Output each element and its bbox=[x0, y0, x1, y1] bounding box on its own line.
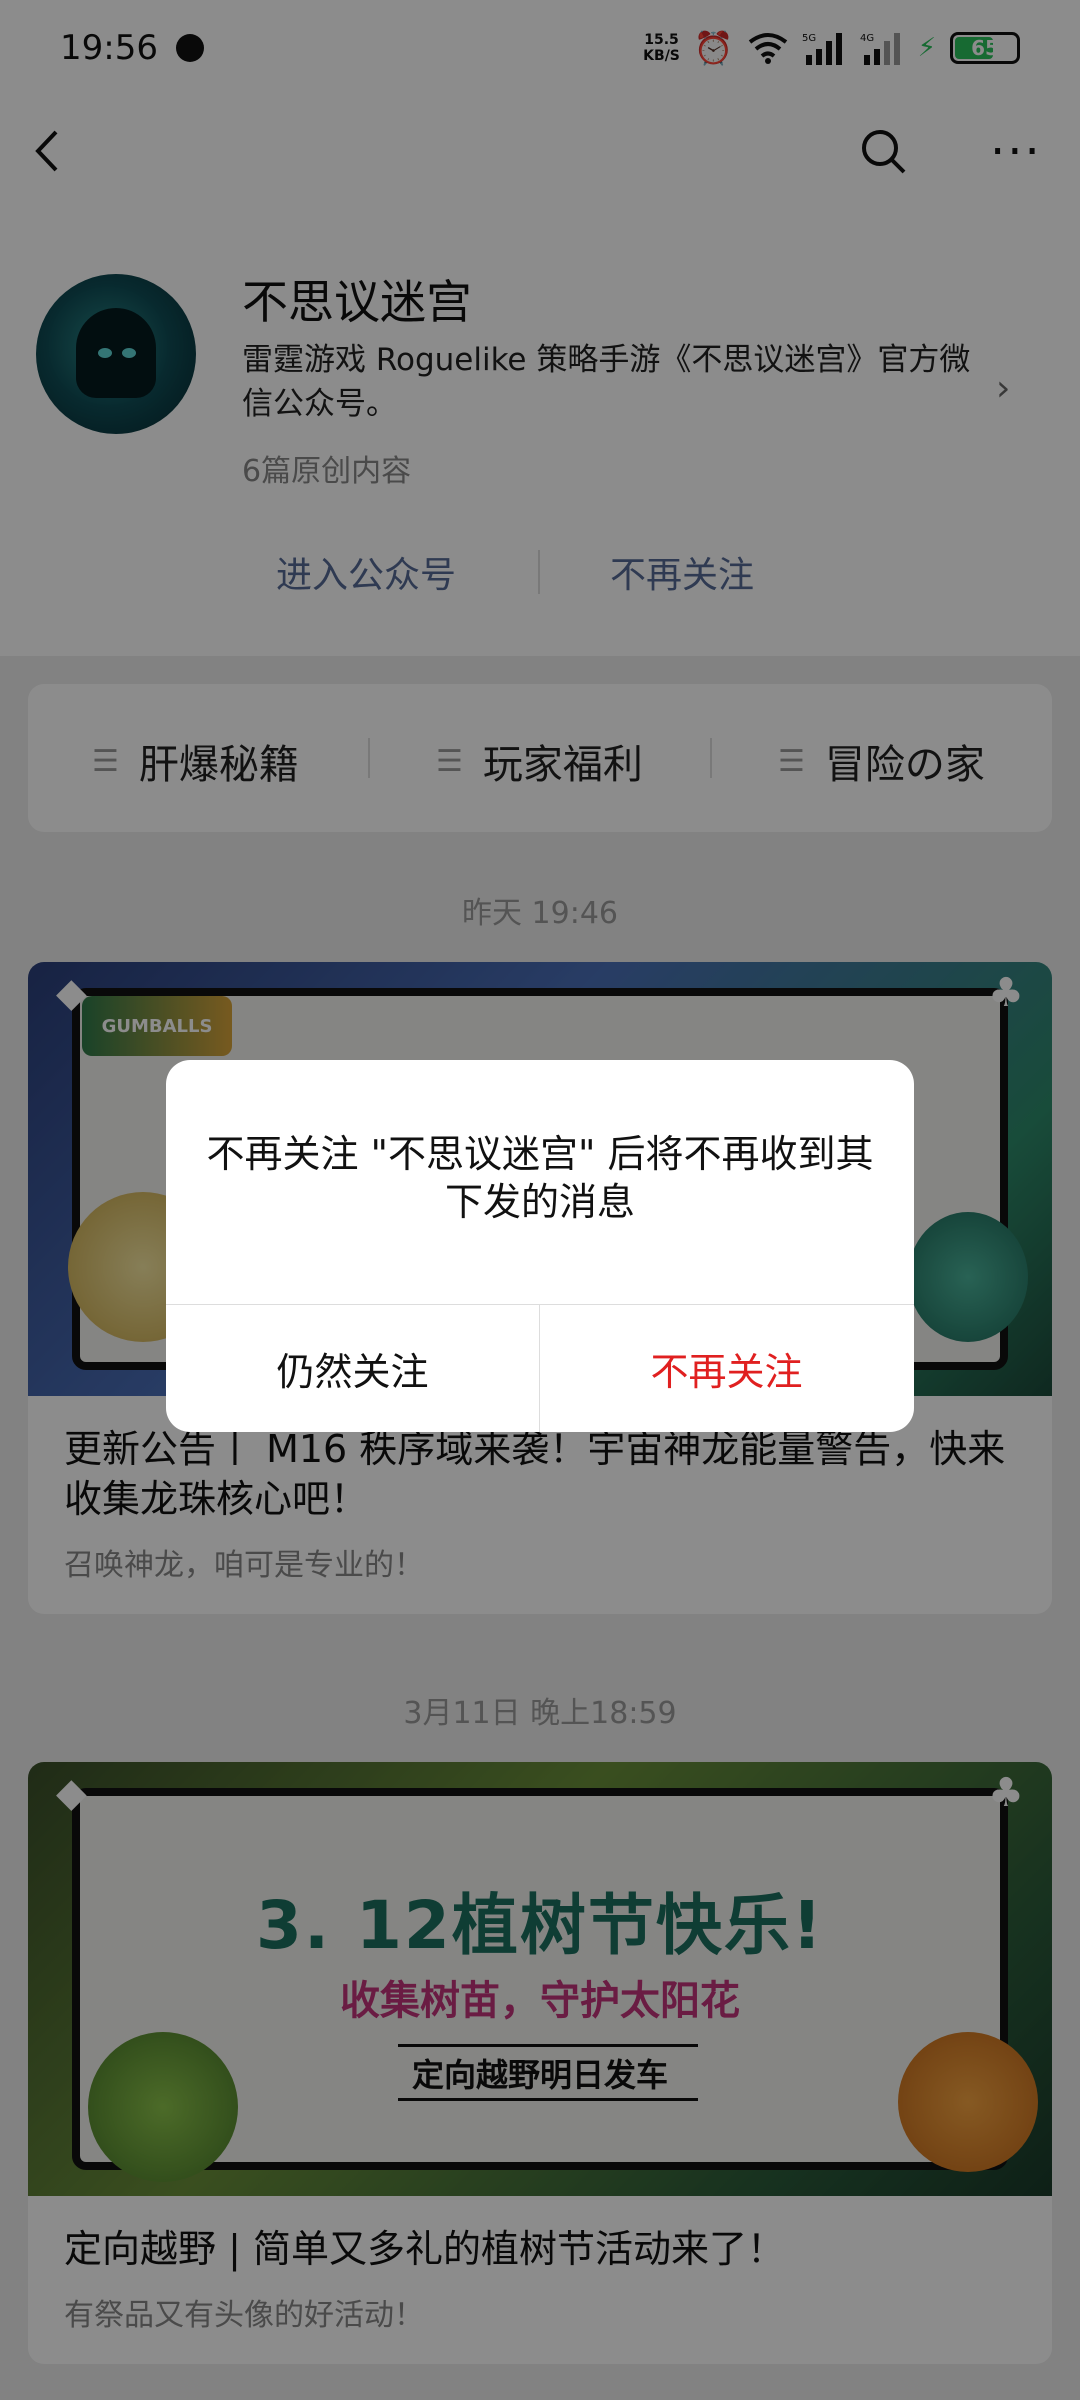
confirm-unfollow-button[interactable]: 不再关注 bbox=[540, 1304, 913, 1432]
unfollow-confirm-dialog: 不再关注 "不思议迷宫" 后将不再收到其下发的消息 仍然关注 不再关注 bbox=[166, 1060, 914, 1432]
keep-following-button[interactable]: 仍然关注 bbox=[166, 1304, 539, 1432]
dialog-message: 不再关注 "不思议迷宫" 后将不再收到其下发的消息 bbox=[206, 1132, 874, 1224]
